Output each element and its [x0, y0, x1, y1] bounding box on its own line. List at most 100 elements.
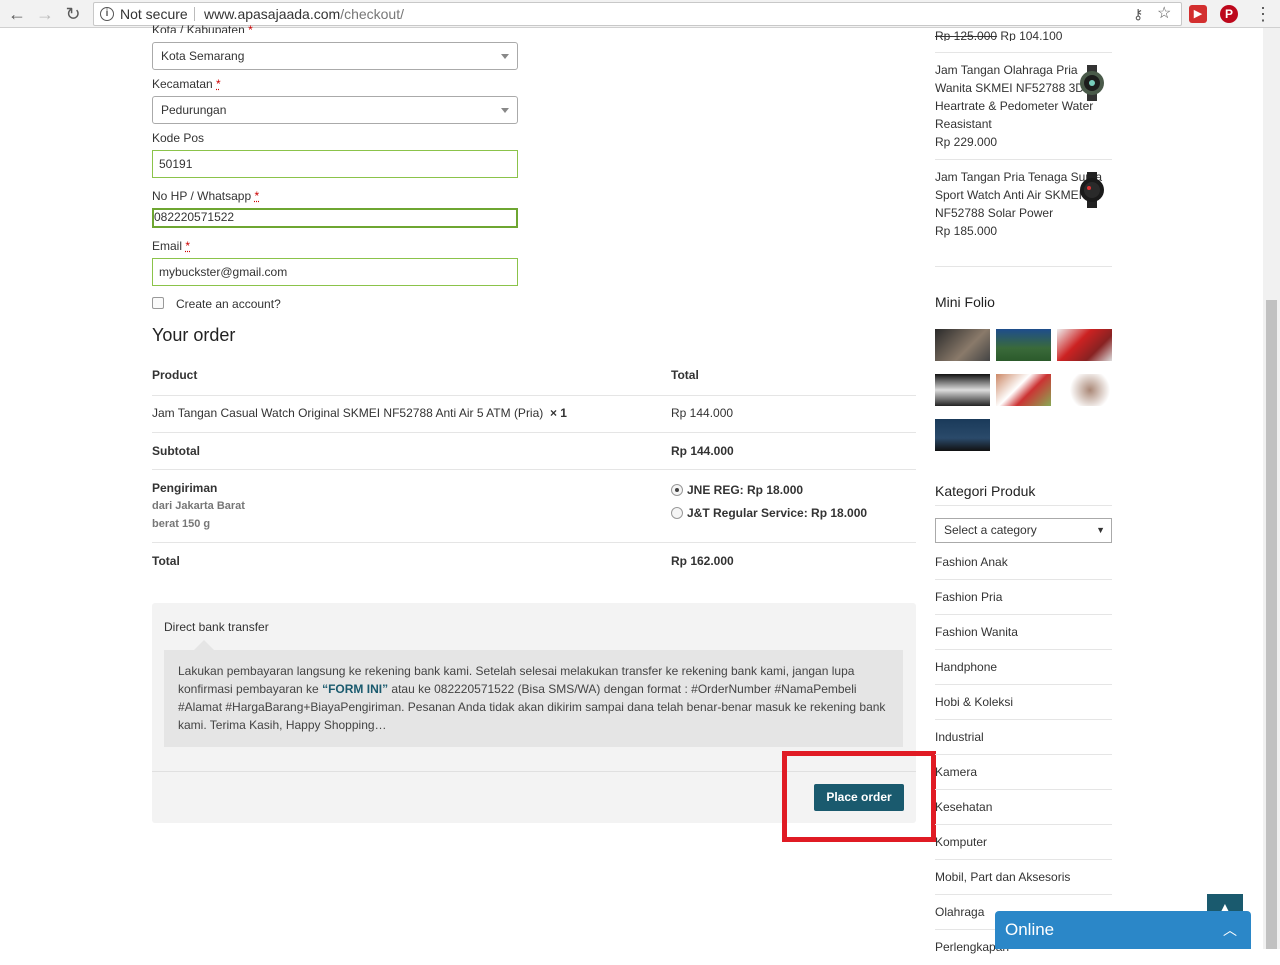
kodepos-label: Kode Pos [152, 131, 205, 145]
folio-thumbnail-5[interactable] [996, 374, 1051, 406]
category-item[interactable]: Industrial [935, 720, 1112, 755]
shipping-jne-radio[interactable] [671, 484, 683, 496]
product1-price: Rp 229.000 [935, 135, 998, 149]
order-header-row: Product Total [152, 368, 916, 396]
folio-thumbnail-7[interactable] [935, 419, 990, 451]
folio-thumbnail-2[interactable] [996, 329, 1051, 361]
folio-thumbnail-4[interactable] [935, 374, 990, 406]
new-price: Rp 104.100 [1000, 29, 1063, 41]
category-item[interactable]: Hobi & Koleksi [935, 685, 1112, 720]
category-item[interactable]: Kamera [935, 755, 1112, 790]
total-value: Rp 162.000 [671, 554, 734, 568]
omnibox-separator [194, 7, 195, 21]
hp-label: No HP / Whatsapp * [152, 189, 259, 203]
sidebar-product-1[interactable]: Jam Tangan Olahraga Pria Wanita SKMEI NF… [935, 61, 1112, 151]
dropdown-caret-icon: ▼ [1096, 525, 1105, 535]
create-account-label[interactable]: Create an account? [176, 297, 281, 311]
email-input[interactable]: mybuckster@gmail.com [152, 258, 518, 286]
red-highlight-box [782, 751, 936, 842]
item-total: Rp 144.000 [671, 406, 734, 420]
info-icon[interactable]: i [100, 7, 114, 21]
shipping-jnt-label[interactable]: J&T Regular Service: Rp 18.000 [687, 506, 867, 520]
total-label: Total [152, 554, 180, 568]
sidebar-divider [935, 52, 1112, 53]
watch-thumbnail-icon[interactable] [1077, 65, 1107, 101]
kota-label-text: Kota / Kabupaten [152, 23, 245, 33]
dropdown-arrow-icon [501, 108, 509, 113]
online-label: Online [1005, 920, 1055, 939]
kecamatan-label: Kecamatan * [152, 77, 221, 91]
browser-menu-icon[interactable]: ⋮ [1254, 2, 1272, 26]
kota-select[interactable]: Kota Semarang [152, 42, 518, 70]
security-label: Not secure [120, 6, 188, 22]
kota-label: Kota / Kabupaten * [152, 23, 253, 33]
folio-thumbnail-6[interactable] [1057, 374, 1112, 406]
category-item[interactable]: Kesehatan [935, 790, 1112, 825]
shipping-jne-label[interactable]: JNE REG: Rp 18.000 [687, 483, 803, 497]
kecamatan-select[interactable]: Pedurungan [152, 96, 518, 124]
kecamatan-label-text: Kecamatan [152, 77, 213, 91]
extension-video-icon[interactable]: ▶ [1189, 5, 1207, 23]
shipping-jnt-radio[interactable] [671, 507, 683, 519]
key-icon[interactable]: ⚷ [1133, 3, 1143, 25]
url-domain: www.apasajaada.com [204, 6, 341, 22]
col-product: Product [152, 368, 198, 382]
old-price: Rp 125.000 [935, 29, 998, 41]
category-item[interactable]: Handphone [935, 650, 1112, 685]
form-link[interactable]: “FORM INI” [322, 682, 388, 696]
shipping-weight: berat 150 g [152, 518, 211, 530]
item-qty: × 1 [549, 406, 567, 420]
item-name-text: Jam Tangan Casual Watch Original SKMEI N… [152, 406, 544, 420]
payment-method-label[interactable]: Direct bank transfer [164, 620, 269, 634]
page-scrollbar[interactable] [1263, 28, 1280, 949]
sidebar-divider [935, 266, 1112, 267]
mini-folio-heading: Mini Folio [935, 294, 995, 310]
category-select[interactable]: Select a category ▼ [935, 518, 1112, 543]
bookmark-star-icon[interactable]: ☆ [1157, 3, 1171, 25]
category-item[interactable]: Fashion Wanita [935, 615, 1112, 650]
subtotal-row: Subtotal Rp 144.000 [152, 433, 916, 470]
required-mark: * [248, 23, 253, 33]
folio-thumbnail-3[interactable] [1057, 329, 1112, 361]
scrollbar-thumb[interactable] [1266, 300, 1277, 949]
category-item[interactable]: Fashion Pria [935, 580, 1112, 615]
subtotal-label: Subtotal [152, 444, 200, 458]
online-chat-widget[interactable]: Online ︿ [995, 911, 1251, 949]
sidebar-divider [935, 159, 1112, 160]
required-mark: * [185, 239, 191, 253]
watch-thumbnail-icon[interactable] [1077, 172, 1107, 208]
hp-input[interactable]: 082220571522 [152, 208, 518, 228]
pinterest-icon[interactable]: P [1220, 5, 1238, 23]
folio-thumbnail-1[interactable] [935, 329, 990, 361]
required-mark: * [254, 189, 260, 203]
dropdown-arrow-icon [501, 54, 509, 59]
order-item-row: Jam Tangan Casual Watch Original SKMEI N… [152, 406, 916, 433]
sidebar-divider [935, 505, 1112, 506]
create-account-checkbox[interactable] [152, 297, 164, 309]
category-item[interactable]: Mobil, Part dan Aksesoris [935, 860, 1112, 895]
sidebar-product-partial: Rp 125.000 Rp 104.100 [935, 27, 1112, 41]
url-path: /checkout/ [340, 6, 405, 22]
chevron-up-icon[interactable]: ︿ [1223, 911, 1237, 949]
kota-value: Kota Semarang [161, 49, 245, 63]
shipping-from: dari Jakarta Barat [152, 500, 245, 512]
subtotal-value: Rp 144.000 [671, 444, 734, 458]
category-item[interactable]: Komputer [935, 825, 1112, 860]
payment-description: Lakukan pembayaran langsung ke rekening … [164, 640, 903, 747]
hp-label-text: No HP / Whatsapp [152, 189, 252, 203]
total-row: Total Rp 162.000 [152, 543, 916, 579]
back-arrow-icon[interactable]: ← [6, 3, 28, 25]
forward-arrow-icon[interactable]: → [34, 3, 56, 25]
product2-price: Rp 185.000 [935, 224, 998, 238]
category-item[interactable]: Fashion Anak [935, 545, 1112, 580]
email-label: Email * [152, 239, 190, 253]
email-label-text: Email [152, 239, 183, 253]
shipping-row: Pengiriman dari Jakarta Barat berat 150 … [152, 470, 916, 543]
url-text: www.apasajaada.com/checkout/ [204, 3, 404, 25]
sidebar-product-2[interactable]: Jam Tangan Pria Tenaga Surya Sport Watch… [935, 168, 1112, 240]
reload-icon[interactable]: ↻ [62, 3, 84, 25]
address-bar[interactable]: i Not secure www.apasajaada.com/checkout… [93, 2, 1182, 26]
kodepos-input[interactable]: 50191 [152, 150, 518, 178]
kategori-heading: Kategori Produk [935, 483, 1036, 499]
item-name: Jam Tangan Casual Watch Original SKMEI N… [152, 406, 567, 420]
